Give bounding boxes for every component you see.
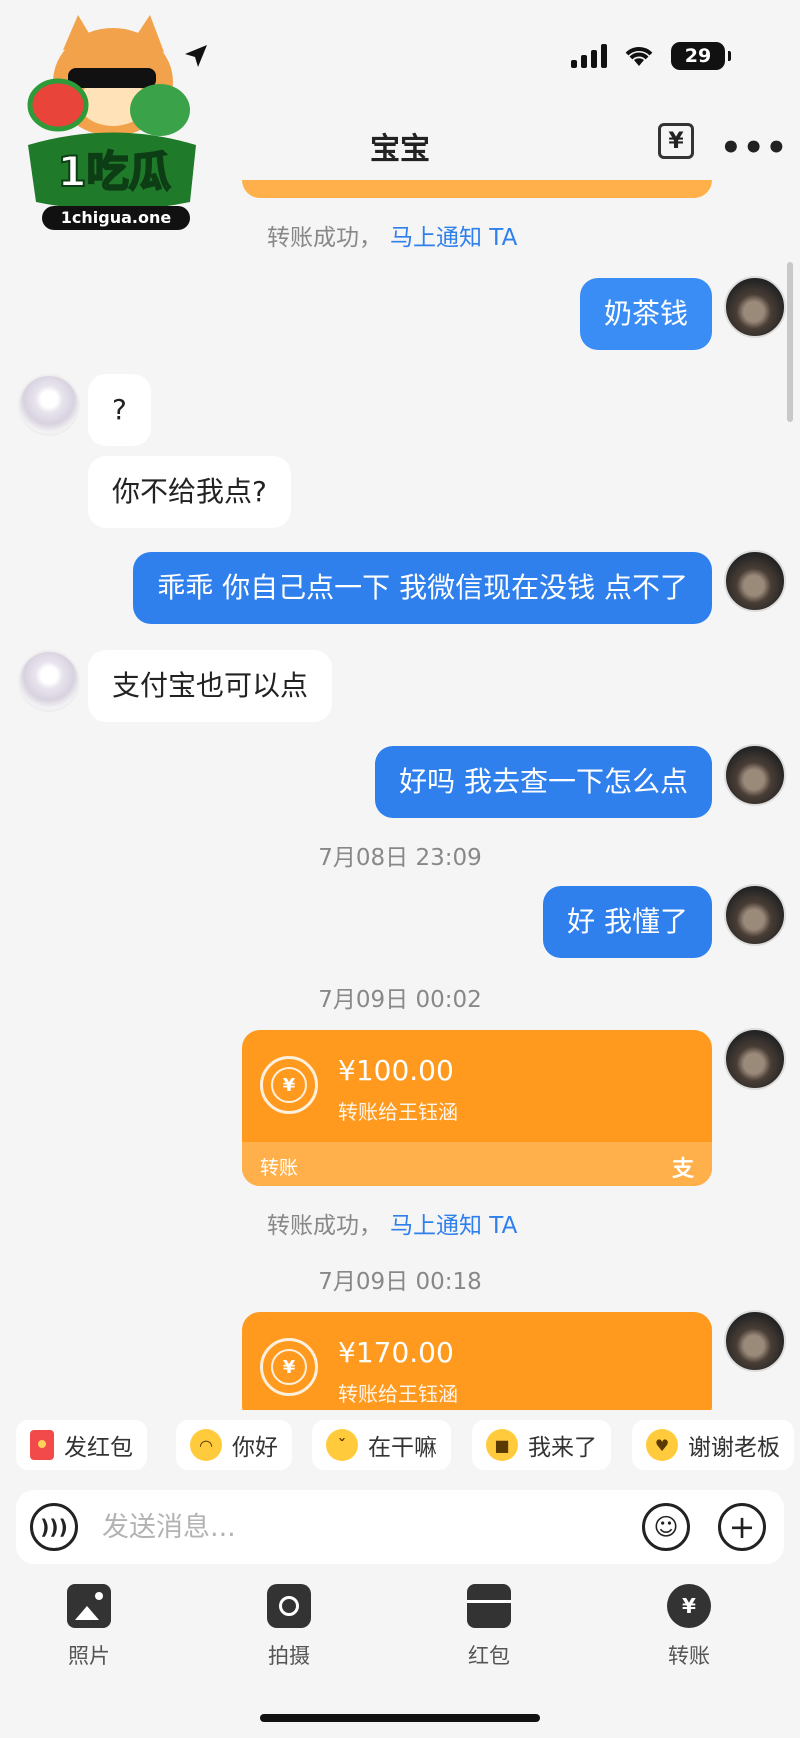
- quick-reply-coming[interactable]: ■ 我来了: [472, 1420, 611, 1470]
- emoji-button[interactable]: ☺: [642, 1503, 690, 1551]
- red-packet-icon: [30, 1430, 54, 1460]
- toolbar-transfer[interactable]: ¥ 转账: [629, 1580, 749, 1670]
- chat-scrollbar[interactable]: [787, 262, 793, 422]
- avatar-contact[interactable]: [18, 374, 80, 436]
- message-input[interactable]: [102, 1506, 622, 1548]
- transfer-success-note: 转账成功， 马上通知 TA: [267, 225, 518, 251]
- toolbar-camera[interactable]: 拍摄: [229, 1580, 349, 1670]
- transfer-card[interactable]: ¥ ¥170.00 转账给王钰涵: [242, 1312, 712, 1410]
- chat-header: 宝宝 ¥ •••: [0, 110, 800, 180]
- transfer-amount: ¥170.00: [338, 1336, 454, 1369]
- timestamp: 7月09日 00:18: [318, 1269, 482, 1295]
- avatar-me[interactable]: [724, 1310, 786, 1372]
- transfer-coin-icon: ¥: [260, 1056, 318, 1114]
- message-bubble-out[interactable]: 好吗 我去查一下怎么点: [375, 746, 712, 818]
- message-bubble-in[interactable]: ?: [88, 374, 151, 446]
- transfer-amount: ¥100.00: [338, 1054, 454, 1087]
- more-options-icon[interactable]: •••: [720, 128, 788, 168]
- sunglasses-emoji-icon: ■: [486, 1429, 518, 1461]
- wave-emoji-icon: ◠: [190, 1429, 222, 1461]
- quick-reply-thanks[interactable]: ♥ 谢谢老板: [632, 1420, 794, 1470]
- wifi-icon: [625, 47, 653, 66]
- transfer-icon: ¥: [667, 1584, 711, 1628]
- transfer-description: 转账给王钰涵: [338, 1100, 458, 1124]
- toolbar-photo[interactable]: 照片: [29, 1580, 149, 1670]
- transfer-success-note: 转账成功， 马上通知 TA: [267, 1213, 518, 1239]
- message-bubble-out[interactable]: 好 我懂了: [543, 886, 712, 958]
- cellular-signal-icon: [571, 44, 607, 68]
- timestamp: 7月09日 00:02: [318, 987, 482, 1013]
- camera-icon: [267, 1584, 311, 1628]
- chip-label: 你好: [232, 1435, 278, 1461]
- chip-label: 发红包: [64, 1435, 133, 1461]
- chip-label: 谢谢老板: [688, 1435, 780, 1461]
- transfer-coin-icon: ¥: [260, 1338, 318, 1396]
- notify-link[interactable]: 马上通知 TA: [390, 1213, 517, 1239]
- avatar-contact[interactable]: [18, 650, 80, 712]
- thanks-emoji-icon: ♥: [646, 1429, 678, 1461]
- message-input-bar: ))) ☺ +: [16, 1490, 784, 1564]
- alipay-icon: 支: [671, 1157, 694, 1182]
- toolbar-red-packet[interactable]: 红包: [429, 1580, 549, 1670]
- avatar-me[interactable]: [724, 550, 786, 612]
- transfer-card[interactable]: ¥ ¥100.00 转账给王钰涵 转账 支: [242, 1030, 712, 1186]
- chip-label: 在干嘛: [368, 1435, 437, 1461]
- more-plus-button[interactable]: +: [718, 1503, 766, 1551]
- quick-reply-red-packet[interactable]: 发红包: [16, 1420, 147, 1470]
- transfer-label: 转账: [260, 1157, 299, 1179]
- avatar-me[interactable]: [724, 276, 786, 338]
- timestamp: 7月08日 23:09: [318, 845, 482, 871]
- toolbar-label: 拍摄: [268, 1644, 310, 1668]
- transfer-card-partial[interactable]: [242, 180, 712, 198]
- quick-reply-what-doing[interactable]: ˇ 在干嘛: [312, 1420, 451, 1470]
- voice-input-icon[interactable]: ))): [30, 1503, 78, 1551]
- home-indicator[interactable]: [260, 1714, 540, 1722]
- toolbar-label: 照片: [68, 1644, 110, 1668]
- quick-reply-hello[interactable]: ◠ 你好: [176, 1420, 292, 1470]
- avatar-me[interactable]: [724, 1028, 786, 1090]
- avatar-me[interactable]: [724, 884, 786, 946]
- transfer-description: 转账给王钰涵: [338, 1382, 458, 1406]
- quick-replies: 发红包 ◠ 你好 ˇ 在干嘛 ■ 我来了 ♥ 谢谢老板: [0, 1420, 800, 1472]
- toolbar-label: 红包: [468, 1644, 510, 1668]
- message-bubble-in[interactable]: 支付宝也可以点: [88, 650, 333, 722]
- chat-messages[interactable]: 转账成功， 马上通知 TA 奶茶钱 ? 你不给我点? 乖乖 你自己点一下 我微信现…: [0, 180, 800, 1410]
- message-bubble-out[interactable]: 乖乖 你自己点一下 我微信现在没钱 点不了: [133, 552, 712, 624]
- message-bubble-in[interactable]: 你不给我点?: [88, 456, 291, 528]
- red-packet-icon: [467, 1584, 511, 1628]
- photo-icon: [67, 1584, 111, 1628]
- toolbar-label: 转账: [668, 1644, 710, 1668]
- transfer-icon[interactable]: ¥: [658, 123, 694, 159]
- battery-indicator: 29: [671, 42, 731, 70]
- bottom-toolbar: 照片 拍摄 红包 ¥ 转账: [0, 1580, 800, 1690]
- notify-link[interactable]: 马上通知 TA: [390, 225, 517, 251]
- message-bubble-out[interactable]: 奶茶钱: [579, 278, 712, 350]
- chip-label: 我来了: [528, 1435, 597, 1461]
- curious-emoji-icon: ˇ: [326, 1429, 358, 1461]
- avatar-me[interactable]: [724, 744, 786, 806]
